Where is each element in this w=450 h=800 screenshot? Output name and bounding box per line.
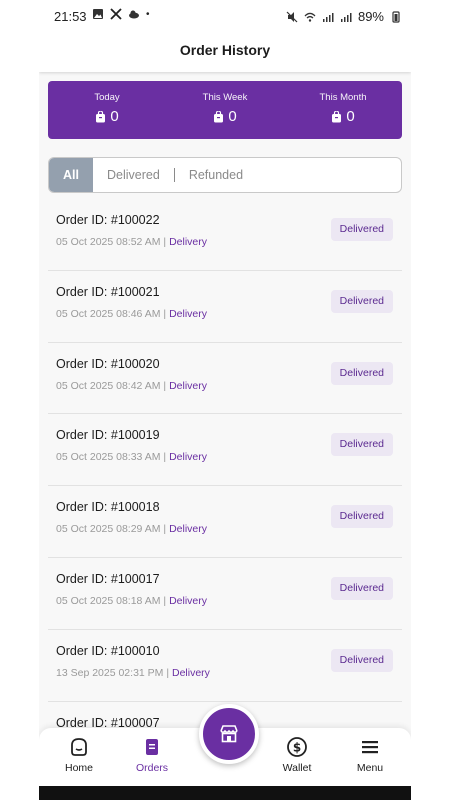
x-icon xyxy=(110,8,122,20)
stat-value: 0 xyxy=(346,108,355,125)
order-meta: 05 Oct 2025 08:29 AM | Delivery xyxy=(56,523,208,536)
stat-this-month: This Month 0 xyxy=(284,81,402,139)
order-meta: 05 Oct 2025 08:52 AM | Delivery xyxy=(56,236,208,248)
order-date: 13 Sep 2025 02:31 PM xyxy=(56,666,164,679)
wallet-icon: $ xyxy=(287,737,307,757)
status-system-icons: 89% xyxy=(286,9,402,24)
order-meta: 05 Oct 2025 08:33 AM | Delivery xyxy=(56,451,208,464)
order-id: Order ID: #100021 xyxy=(56,284,160,299)
page-title: Order History xyxy=(179,42,271,58)
stat-value: 0 xyxy=(228,108,237,125)
status-badge: Delivered xyxy=(330,289,393,313)
stat-value: 0 xyxy=(110,108,119,125)
status-badge: Delivered xyxy=(330,218,393,241)
app-frame: Order History Today 0 This Week 0 This M… xyxy=(39,34,411,786)
nav-home[interactable]: Home xyxy=(49,728,109,774)
order-date: 05 Oct 2025 08:46 AM xyxy=(56,307,161,320)
nav-wallet-label: Wallet xyxy=(282,762,312,774)
order-date: 05 Oct 2025 08:29 AM xyxy=(56,523,161,536)
svg-text:$: $ xyxy=(293,741,301,755)
nav-orders-label: Orders xyxy=(135,762,169,774)
order-id: Order ID: #100018 xyxy=(56,500,160,515)
store-icon xyxy=(220,725,238,743)
menu-icon xyxy=(362,741,378,754)
status-badge: Delivered xyxy=(330,505,393,529)
nav-home-label: Home xyxy=(64,762,93,774)
order-meta: 05 Oct 2025 08:46 AM | Delivery xyxy=(56,307,208,320)
order-id: Order ID: #100019 xyxy=(56,428,160,443)
stat-label: This Month xyxy=(319,92,367,103)
status-badge: Delivered xyxy=(330,433,393,457)
order-row[interactable]: Order ID: #100021 05 Oct 2025 08:46 AM |… xyxy=(48,271,402,343)
status-badge: Delivered xyxy=(330,361,393,385)
order-row[interactable]: Order ID: #100010 13 Sep 2025 02:31 PM |… xyxy=(48,630,402,702)
order-row[interactable]: Order ID: #100022 05 Oct 2025 08:52 AM |… xyxy=(48,199,402,271)
order-type: Delivery xyxy=(169,236,208,248)
store-button[interactable] xyxy=(199,704,259,764)
stat-today: Today 0 xyxy=(48,81,166,139)
dot-icon: • xyxy=(146,8,150,20)
order-list: Order ID: #100022 05 Oct 2025 08:52 AM |… xyxy=(48,199,402,774)
order-meta: 05 Oct 2025 08:18 AM | Delivery xyxy=(56,594,208,607)
order-meta: 13 Sep 2025 02:31 PM | Delivery xyxy=(56,666,210,679)
order-row[interactable]: Order ID: #100020 05 Oct 2025 08:42 AM |… xyxy=(48,343,402,415)
battery-percent: 89% xyxy=(357,9,384,24)
battery-icon xyxy=(392,10,400,23)
nav-wallet[interactable]: $ Wallet xyxy=(267,728,327,774)
stat-label: This Week xyxy=(202,92,248,103)
status-bar: 21:53 • 89% xyxy=(0,0,450,34)
order-id: Order ID: #100017 xyxy=(56,571,160,586)
stats-card: Today 0 This Week 0 This Month 0 xyxy=(48,81,402,139)
nav-menu-label: Menu xyxy=(356,762,384,774)
order-date: 05 Oct 2025 08:52 AM xyxy=(56,236,161,248)
weather-icon xyxy=(129,10,139,19)
order-type: Delivery xyxy=(169,307,208,320)
status-notification-icons: • xyxy=(92,8,150,20)
bag-icon xyxy=(214,110,224,122)
order-id: Order ID: #100022 xyxy=(56,213,160,227)
order-id: Order ID: #100010 xyxy=(56,643,160,658)
nav-orders[interactable]: Orders xyxy=(122,728,182,774)
signal-icon-2 xyxy=(340,12,352,22)
order-date: 05 Oct 2025 08:18 AM xyxy=(56,594,161,607)
status-badge: Delivered xyxy=(330,576,393,600)
filter-tabs: All Delivered Refunded xyxy=(48,157,402,193)
order-row[interactable]: Order ID: #100018 05 Oct 2025 08:29 AM |… xyxy=(48,486,402,558)
order-type: Delivery xyxy=(169,594,208,607)
order-id: Order ID: #100020 xyxy=(56,356,160,371)
tab-delivered[interactable]: Delivered xyxy=(93,158,174,192)
home-icon xyxy=(71,738,87,756)
tab-refunded[interactable]: Refunded xyxy=(175,158,257,192)
orders-icon xyxy=(146,739,158,755)
signal-icon xyxy=(322,12,334,22)
image-icon xyxy=(93,9,103,19)
header: Order History xyxy=(39,34,411,72)
tab-all[interactable]: All xyxy=(49,158,93,192)
mute-icon xyxy=(286,11,298,22)
nav-menu[interactable]: Menu xyxy=(340,728,400,774)
stat-this-week: This Week 0 xyxy=(166,81,284,139)
wifi-icon xyxy=(304,12,316,22)
order-date: 05 Oct 2025 08:42 AM xyxy=(56,379,161,392)
order-date: 05 Oct 2025 08:33 AM xyxy=(56,451,161,464)
order-type: Delivery xyxy=(169,523,208,536)
order-type: Delivery xyxy=(172,666,210,679)
order-row[interactable]: Order ID: #100017 05 Oct 2025 08:18 AM |… xyxy=(48,558,402,630)
status-time: 21:53 xyxy=(54,9,87,24)
order-type: Delivery xyxy=(169,451,208,464)
status-badge: Delivered xyxy=(330,648,393,672)
stat-label: Today xyxy=(94,92,120,103)
order-meta: 05 Oct 2025 08:42 AM | Delivery xyxy=(56,379,208,392)
order-row[interactable]: Order ID: #100019 05 Oct 2025 08:33 AM |… xyxy=(48,414,402,487)
bag-icon xyxy=(96,110,106,122)
system-nav-bar xyxy=(39,786,411,800)
bag-icon xyxy=(332,110,342,122)
order-type: Delivery xyxy=(169,379,208,392)
